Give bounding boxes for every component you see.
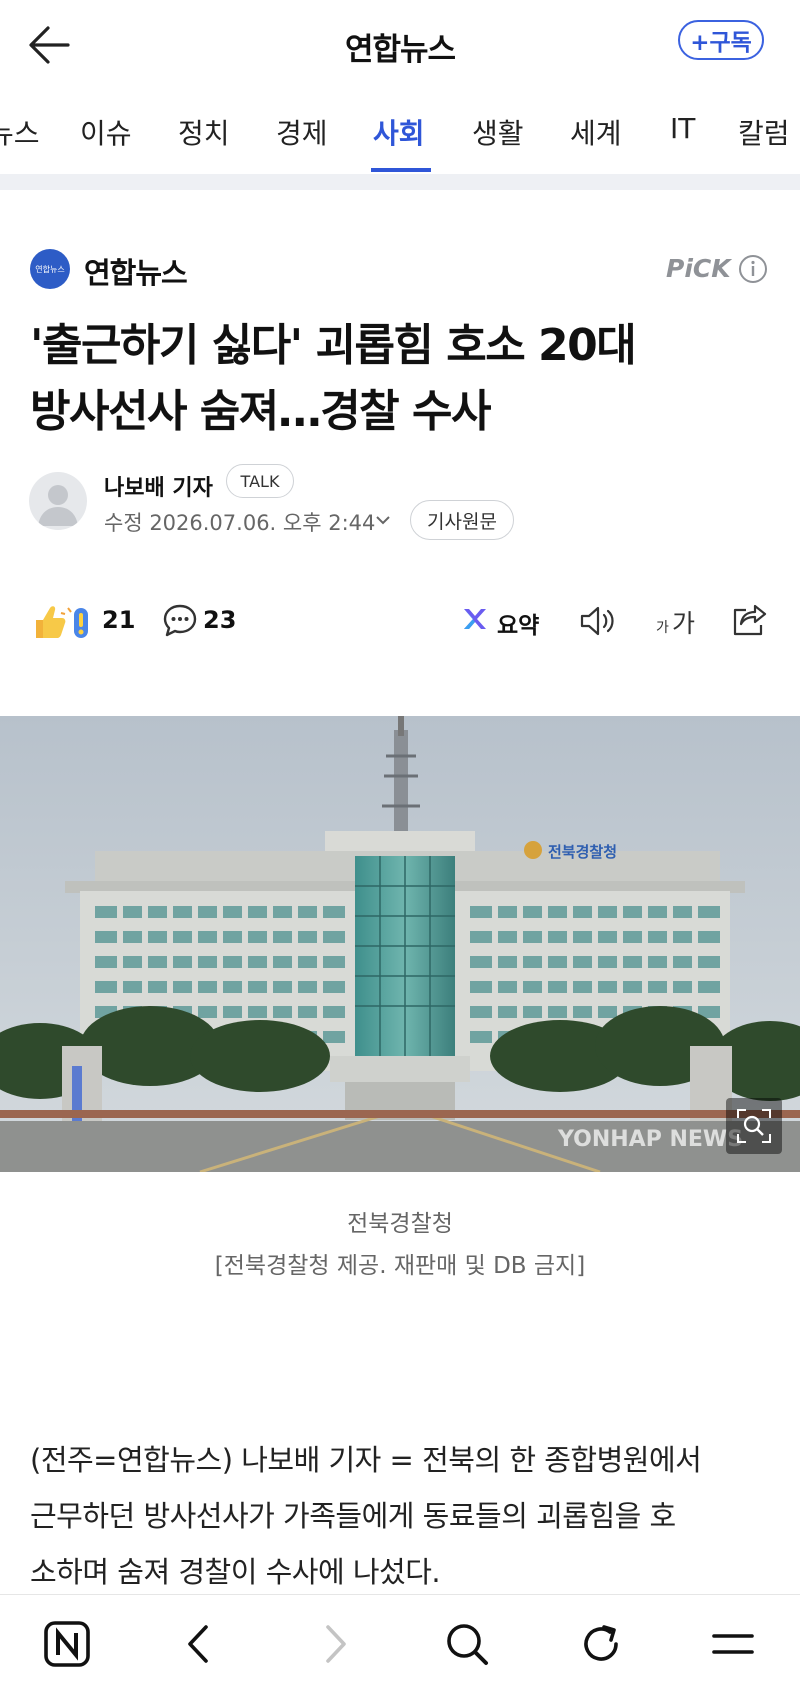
body-line-2: 근무하던 방사선사가 가족들에게 동료들의 괴롭힘을 호 (30, 1499, 676, 1533)
building-sign: 전북경찰청 (548, 843, 617, 861)
speaker-icon[interactable] (578, 603, 618, 639)
menu-icon[interactable] (708, 1619, 758, 1669)
photo-watermark: YONHAP NEWS (557, 1127, 743, 1152)
tab-it[interactable]: IT (670, 112, 695, 145)
reporter-avatar[interactable] (29, 472, 87, 530)
section-divider (0, 174, 800, 190)
active-tab-indicator (371, 168, 431, 172)
pick-label: PiCK (666, 254, 731, 283)
photo-credit: [전북경찰청 제공. 재판매 및 DB 금지] (214, 1253, 586, 1279)
tab-society[interactable]: 사회 (373, 112, 425, 152)
tab-issue[interactable]: 이슈 (80, 112, 132, 152)
body-line-3: 소하며 숨져 경찰이 수사에 나섰다. (30, 1555, 441, 1589)
font-size-icon[interactable]: 가가 (655, 602, 701, 638)
summary-icon[interactable] (461, 605, 489, 633)
article-headline: '출근하기 싫다' 괴롭힘 호소 20대 방사선사 숨져…경찰 수사 (30, 313, 770, 445)
summary-label[interactable]: 요약 (497, 606, 539, 640)
tab-world[interactable]: 세계 (570, 112, 622, 152)
share-icon[interactable] (730, 602, 770, 638)
forward-chevron-icon[interactable] (310, 1619, 360, 1669)
article-body: (전주=연합뉴스) 나보배 기자 = 전북의 한 종합병원에서 근무하던 방사선… (30, 1432, 775, 1600)
zoom-image-button[interactable] (726, 1098, 782, 1154)
refresh-icon[interactable] (576, 1619, 626, 1669)
article-photo[interactable]: 전북경찰청 YONHAP NEWS (0, 716, 800, 1172)
photo-caption: 전북경찰청 (347, 1211, 453, 1237)
article-date: 수정 2026.07.06. 오후 2:44 (104, 511, 376, 535)
press-name[interactable]: 연합뉴스 (84, 250, 188, 292)
svg-text:가: 가 (672, 609, 695, 638)
back-chevron-icon[interactable] (174, 1619, 224, 1669)
press-logo[interactable]: 연합뉴스 (30, 249, 70, 289)
category-tabs: 뉴스 이슈 정치 경제 사회 생활 세계 IT 칼럼 (0, 98, 800, 174)
reaction-emoji-icon[interactable] (32, 602, 94, 642)
tab-politics[interactable]: 정치 (178, 112, 230, 152)
headline-line-1: '출근하기 싫다' 괴롭힘 호소 20대 (30, 320, 637, 371)
naver-home-icon[interactable] (42, 1619, 92, 1669)
reporter-name[interactable]: 나보배 기자 (104, 470, 213, 502)
tab-column[interactable]: 칼럼 (738, 112, 790, 152)
talk-button[interactable]: TALK (226, 464, 294, 498)
tab-life[interactable]: 생활 (472, 112, 524, 152)
search-icon[interactable] (442, 1619, 492, 1669)
original-article-button[interactable]: 기사원문 (410, 500, 514, 540)
tab-economy[interactable]: 경제 (276, 112, 328, 152)
subscribe-button[interactable]: +구독 (678, 20, 764, 60)
svg-text:가: 가 (656, 620, 669, 636)
top-bar: 연합뉴스 +구독 (0, 0, 800, 90)
chevron-down-icon[interactable] (374, 511, 392, 529)
reaction-count: 21 (102, 606, 136, 634)
comment-icon[interactable] (162, 602, 198, 638)
headline-line-2: 방사선사 숨져…경찰 수사 (30, 386, 491, 437)
bottom-navigation (0, 1594, 800, 1694)
tab-news[interactable]: 뉴스 (0, 112, 40, 152)
info-icon[interactable] (738, 254, 768, 284)
body-line-1: (전주=연합뉴스) 나보배 기자 = 전북의 한 종합병원에서 (30, 1443, 702, 1477)
comment-count: 23 (203, 606, 237, 634)
